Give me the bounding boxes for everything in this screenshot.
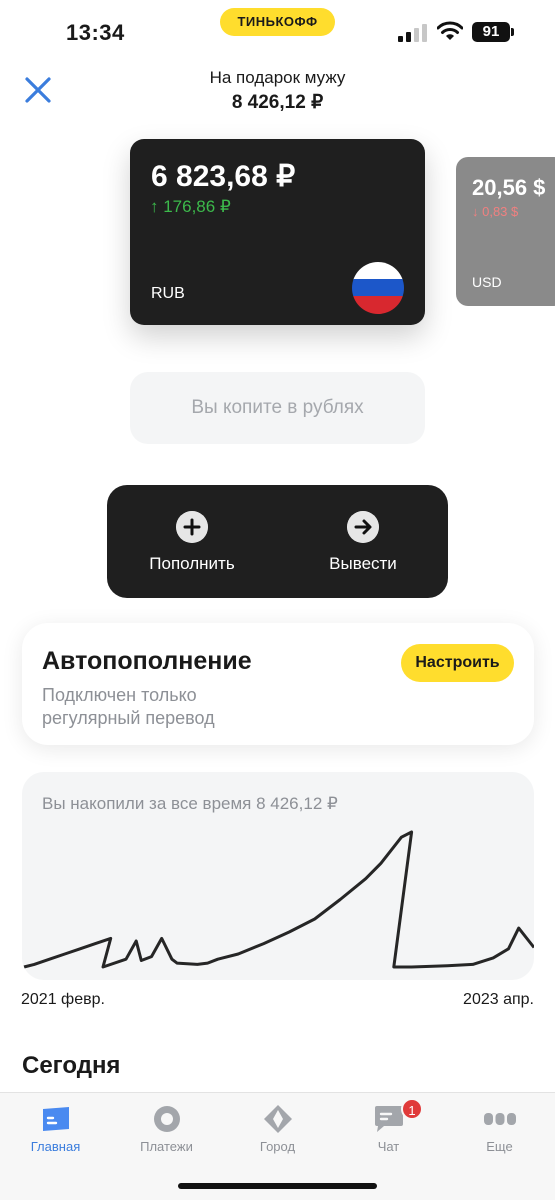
autofill-description: Подключен только регулярный перевод xyxy=(42,685,215,728)
setup-button[interactable]: Настроить xyxy=(401,644,514,682)
tab-home[interactable]: Главная xyxy=(0,1093,111,1163)
usd-delta: ↓ 0,83 $ xyxy=(472,204,519,219)
chat-unread-badge: 1 xyxy=(401,1098,423,1120)
tab-payments-label: Платежи xyxy=(140,1139,193,1154)
rub-currency-label: RUB xyxy=(151,285,185,302)
city-diamond-icon xyxy=(264,1105,292,1133)
actions-panel: Пополнить Вывести xyxy=(107,485,448,598)
usd-balance: 20,56 $ xyxy=(472,175,546,200)
tab-home-label: Главная xyxy=(30,1139,81,1154)
autofill-title: Автопополнение xyxy=(42,647,252,675)
topup-button[interactable]: Пополнить xyxy=(107,485,277,598)
x-axis-start-label: 2021 февр. xyxy=(21,991,105,1008)
status-bar: 13:34 ТИНЬКОФФ 91 xyxy=(0,0,555,66)
russia-flag-icon xyxy=(352,262,404,314)
tab-more[interactable]: Еще xyxy=(444,1093,555,1163)
tab-city-label: Город xyxy=(259,1139,296,1154)
plus-icon xyxy=(176,511,208,543)
more-dots-icon xyxy=(484,1113,516,1125)
close-icon[interactable] xyxy=(22,74,54,106)
arrow-right-icon xyxy=(347,511,379,543)
tab-chat[interactable]: 1 Чат xyxy=(333,1093,444,1163)
signal-icon xyxy=(398,24,427,42)
saving-currency-note: Вы копите в рублях xyxy=(130,372,425,444)
tab-more-label: Еще xyxy=(486,1139,513,1154)
page-title: На подарок мужу xyxy=(209,68,346,87)
total-amount: 8 426,12 ₽ xyxy=(231,92,324,113)
topup-label: Пополнить xyxy=(149,554,235,573)
home-indicator xyxy=(178,1183,377,1189)
battery-icon: 91 xyxy=(472,22,510,42)
rub-balance: 6 823,68 ₽ xyxy=(151,160,296,193)
payments-circle-icon xyxy=(154,1106,180,1132)
withdraw-label: Вывести xyxy=(329,554,397,573)
withdraw-button[interactable]: Вывести xyxy=(278,485,448,598)
tab-chat-label: Чат xyxy=(377,1139,400,1154)
wifi-icon xyxy=(437,21,463,40)
rub-account-card[interactable]: 6 823,68 ₽ ↑ 176,86 ₽ RUB xyxy=(130,139,425,325)
savings-chart-card: Вы накопили за все время 8 426,12 ₽ xyxy=(22,772,534,980)
autofill-card[interactable]: Автопополнение Подключен только регулярн… xyxy=(22,623,534,745)
x-axis-end-label: 2023 апр. xyxy=(463,991,534,1008)
tab-payments[interactable]: Платежи xyxy=(111,1093,222,1163)
rub-delta: ↑ 176,86 ₽ xyxy=(150,197,231,216)
usd-currency-label: USD xyxy=(472,274,502,290)
chart-caption: Вы накопили за все время 8 426,12 ₽ xyxy=(42,794,338,813)
savings-line xyxy=(23,830,534,969)
battery-tip xyxy=(511,28,514,36)
status-time: 13:34 xyxy=(66,20,125,45)
usd-account-card[interactable]: 20,56 $ ↓ 0,83 $ USD xyxy=(456,157,555,306)
home-card-icon xyxy=(43,1107,69,1131)
tab-city[interactable]: Город xyxy=(222,1093,333,1163)
section-title-today: Сегодня xyxy=(22,1052,121,1079)
brand-pill: ТИНЬКОФФ xyxy=(220,8,335,36)
